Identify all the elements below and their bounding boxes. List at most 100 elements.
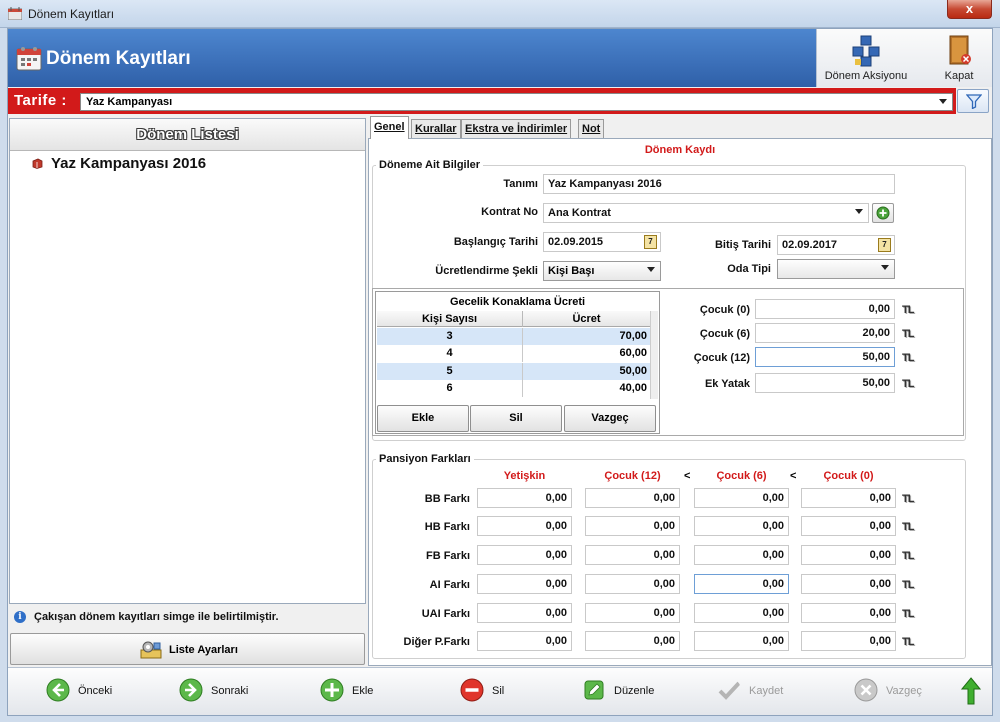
calendar-icon[interactable]: 7 (644, 235, 657, 249)
bb-child-6[interactable]: 0,00 (694, 488, 789, 508)
period-list-panel (9, 118, 366, 604)
uai-child-6[interactable]: 0,00 (694, 603, 789, 623)
nightly-add-button[interactable]: Ekle (377, 405, 469, 432)
child-12-label: Çocuk (12) (693, 352, 750, 364)
fb-adult[interactable]: 0,00 (477, 545, 572, 565)
plus-icon (320, 678, 344, 702)
close-button[interactable]: Kapat (927, 31, 991, 85)
other-child-12[interactable]: 0,00 (585, 631, 680, 651)
bb-label: BB Farkı (424, 493, 470, 505)
add-label: Ekle (352, 685, 374, 697)
currency-label: TL (902, 550, 914, 562)
nightly-cancel-button[interactable]: Vazgeç (564, 405, 656, 432)
hb-adult[interactable]: 0,00 (477, 516, 572, 536)
uai-label: UAI Farkı (421, 608, 470, 620)
nightly-table-title: Gecelik Konaklama Ücreti (449, 296, 586, 308)
chevron-down-icon (855, 209, 863, 214)
arrow-left-icon (46, 678, 70, 702)
save-button[interactable]: Kaydet (717, 678, 797, 704)
period-list-title: Dönem Listesi (136, 126, 239, 143)
room-type-select[interactable] (777, 259, 895, 279)
pricing-value: Kişi Başı (548, 265, 595, 277)
child-12-input[interactable]: 50,00 (755, 347, 895, 367)
child-0-input[interactable]: 0,00 (755, 299, 895, 319)
tab-kurallar[interactable]: Kurallar (411, 119, 461, 138)
bb-child-12[interactable]: 0,00 (585, 488, 680, 508)
tarife-select[interactable]: Yaz Kampanyası (80, 93, 953, 111)
minus-icon (460, 678, 484, 702)
name-label: Tanımı (503, 178, 538, 190)
pricing-select[interactable]: Kişi Başı (543, 261, 661, 281)
col-persons: Kişi Sayısı (421, 313, 478, 325)
hb-child-6[interactable]: 0,00 (694, 516, 789, 536)
window-close-button[interactable]: x (947, 0, 992, 19)
start-date-input[interactable]: 02.09.2015 7 (543, 232, 661, 252)
contract-add-button[interactable] (872, 203, 894, 223)
bb-adult[interactable]: 0,00 (477, 488, 572, 508)
uai-child-12[interactable]: 0,00 (585, 603, 680, 623)
cancel-button[interactable]: Vazgeç (854, 678, 934, 704)
other-child-0[interactable]: 0,00 (801, 631, 896, 651)
cancel-label: Vazgeç (886, 685, 922, 697)
child-6-input[interactable]: 20,00 (755, 323, 895, 343)
table-row[interactable]: 4 60,00 (377, 345, 650, 362)
room-type-label: Oda Tipi (727, 263, 771, 275)
period-action-icon (852, 35, 880, 67)
ai-child-12[interactable]: 0,00 (585, 574, 680, 594)
table-scrollbar[interactable] (650, 311, 658, 399)
tab-genel[interactable]: Genel (370, 116, 409, 139)
pricing-label: Ücretlendirme Şekli (435, 265, 538, 277)
edit-button[interactable]: Düzenle (582, 678, 672, 704)
tab-ekstra-indirimler[interactable]: Ekstra ve İndirimler (461, 119, 572, 138)
fb-child-12[interactable]: 0,00 (585, 545, 680, 565)
delete-button[interactable]: Sil (460, 678, 520, 704)
col-adult: Yetişkin (503, 470, 546, 482)
nightly-delete-button[interactable]: Sil (470, 405, 562, 432)
add-button[interactable]: Ekle (320, 678, 390, 704)
hb-child-0[interactable]: 0,00 (801, 516, 896, 536)
start-date-value: 02.09.2015 (548, 236, 604, 248)
table-row[interactable]: 3 70,00 (377, 328, 650, 345)
contract-label: Kontrat No (481, 206, 538, 218)
uai-child-0[interactable]: 0,00 (801, 603, 896, 623)
extra-bed-label: Ek Yatak (704, 378, 750, 390)
name-input[interactable]: Yaz Kampanyası 2016 (543, 174, 895, 194)
tab-not[interactable]: Not (578, 119, 605, 138)
table-row[interactable]: 6 40,00 (377, 380, 650, 397)
list-settings-icon (140, 641, 162, 659)
window-title: Dönem Kayıtları (28, 7, 115, 21)
period-action-button[interactable]: Dönem Aksiyonu (823, 31, 909, 85)
extra-bed-input[interactable]: 50,00 (755, 373, 895, 393)
table-row[interactable]: 5 50,00 (377, 363, 650, 380)
contract-select[interactable]: Ana Kontrat (543, 203, 869, 223)
col-price: Ücret (572, 313, 601, 325)
uai-adult[interactable]: 0,00 (477, 603, 572, 623)
row-price: 60,00 (619, 347, 647, 359)
fb-child-6[interactable]: 0,00 (694, 545, 789, 565)
prev-button[interactable]: Önceki (46, 678, 126, 704)
currency-label: TL (902, 608, 914, 620)
arrow-right-icon (179, 678, 203, 702)
end-date-input[interactable]: 02.09.2017 7 (777, 235, 895, 255)
save-label: Kaydet (749, 685, 784, 697)
currency-label: TL (902, 328, 914, 340)
arrow-up-icon[interactable] (961, 677, 981, 705)
child-0-label: Çocuk (0) (699, 304, 750, 316)
hb-child-12[interactable]: 0,00 (585, 516, 680, 536)
calendar-icon[interactable]: 7 (878, 238, 891, 252)
ai-adult[interactable]: 0,00 (477, 574, 572, 594)
fb-child-0[interactable]: 0,00 (801, 545, 896, 565)
ai-child-0[interactable]: 0,00 (801, 574, 896, 594)
pension-group-title: Pansiyon Farkları (376, 453, 474, 465)
nightly-table-header: Kişi Sayısı Ücret (377, 311, 650, 327)
next-button[interactable]: Sonraki (179, 678, 259, 704)
row-price: 70,00 (619, 330, 647, 342)
other-child-6[interactable]: 0,00 (694, 631, 789, 651)
filter-button[interactable] (957, 89, 989, 113)
ai-child-6[interactable]: 0,00 (694, 574, 789, 594)
other-adult[interactable]: 0,00 (477, 631, 572, 651)
bb-child-0[interactable]: 0,00 (801, 488, 896, 508)
plus-circle-icon (876, 206, 890, 220)
chevron-down-icon (881, 265, 889, 270)
list-settings-button[interactable]: Liste Ayarları (10, 633, 365, 665)
